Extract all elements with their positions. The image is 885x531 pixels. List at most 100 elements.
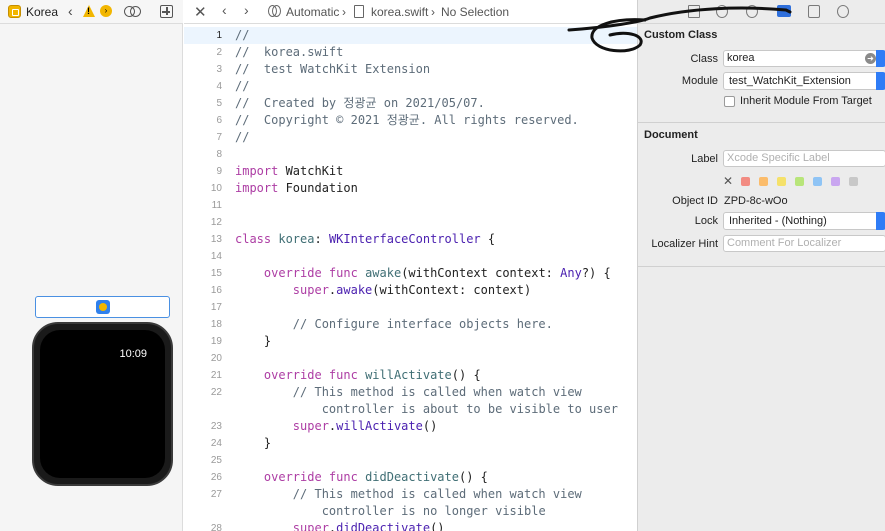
add-editor-icon[interactable] bbox=[160, 5, 173, 18]
quick-help-icon[interactable] bbox=[746, 5, 758, 18]
code-token: () bbox=[430, 521, 445, 531]
line-number: 17 bbox=[210, 302, 222, 313]
line-number: 23 bbox=[210, 421, 222, 432]
code-line[interactable]: 25 bbox=[184, 452, 637, 469]
interface-controller-icon[interactable] bbox=[96, 300, 110, 314]
watch-scene[interactable]: 10:09 bbox=[32, 322, 173, 486]
clear-color-icon[interactable]: ✕ bbox=[723, 174, 733, 188]
code-line[interactable]: 10 import Foundation bbox=[184, 180, 637, 197]
code-token: controller is no longer visible bbox=[321, 504, 546, 518]
class-field[interactable]: korea ➜ bbox=[723, 50, 881, 67]
warning-icon[interactable] bbox=[83, 5, 95, 17]
code-line[interactable]: 24 } bbox=[184, 435, 637, 452]
line-number: 27 bbox=[210, 489, 222, 500]
code-line[interactable]: 12 bbox=[184, 214, 637, 231]
code-text: // test WatchKit Extension bbox=[235, 61, 430, 78]
class-dropdown-button[interactable] bbox=[876, 50, 885, 67]
related-items-icon[interactable] bbox=[124, 6, 141, 18]
code-token: // korea.swift bbox=[235, 45, 344, 59]
code-line[interactable]: 22 // This method is called when watch v… bbox=[184, 384, 637, 401]
jump-bar: ✕ ‹ › Automatic › korea.swift › No Selec… bbox=[184, 0, 637, 24]
code-line[interactable]: 6 // Copyright © 2021 정광균. All rights res… bbox=[184, 112, 637, 129]
code-line[interactable]: 28 super.didDeactivate() bbox=[184, 520, 637, 531]
code-text: // This method is called when watch view bbox=[235, 486, 582, 503]
color-swatch[interactable] bbox=[831, 177, 840, 186]
code-token: // Copyright © 2021 정광균. All rights rese… bbox=[235, 113, 579, 127]
code-area[interactable]: 1 // 2 // korea.swift 3 // test WatchKit Exte… bbox=[184, 27, 637, 531]
line-number: 7 bbox=[216, 132, 222, 143]
code-line[interactable]: 7 // bbox=[184, 129, 637, 146]
code-line[interactable]: controller is no longer visible bbox=[184, 503, 637, 520]
color-swatch[interactable] bbox=[741, 177, 750, 186]
code-token: () { bbox=[458, 470, 488, 484]
code-token: } bbox=[235, 334, 272, 348]
scene-dock[interactable] bbox=[35, 296, 170, 318]
code-line[interactable]: 2 // korea.swift bbox=[184, 44, 637, 61]
code-line[interactable]: 3 // test WatchKit Extension bbox=[184, 61, 637, 78]
color-swatch[interactable] bbox=[795, 177, 804, 186]
code-token: WatchKit bbox=[278, 164, 344, 178]
code-line[interactable]: 27 // This method is called when watch v… bbox=[184, 486, 637, 503]
lock-dropdown-button[interactable] bbox=[876, 212, 885, 230]
localizer-hint-field[interactable]: Comment For Localizer bbox=[723, 235, 885, 252]
code-line[interactable]: 18 // Configure interface objects here. bbox=[184, 316, 637, 333]
code-line[interactable]: 13 class korea: WKInterfaceController { bbox=[184, 231, 637, 248]
code-line[interactable]: 14 bbox=[184, 248, 637, 265]
jumpbar-mode[interactable]: Automatic bbox=[286, 5, 339, 19]
connections-inspector-icon[interactable] bbox=[837, 5, 849, 18]
close-editor-icon[interactable]: ✕ bbox=[194, 3, 207, 21]
go-to-class-icon[interactable]: ➜ bbox=[865, 53, 876, 64]
code-line[interactable]: 9 import WatchKit bbox=[184, 163, 637, 180]
code-text: super.willActivate() bbox=[235, 418, 438, 435]
code-line[interactable]: 15 override func awake(withContext conte… bbox=[184, 265, 637, 282]
forward-nav-icon[interactable]: › bbox=[244, 2, 249, 18]
color-swatch[interactable] bbox=[759, 177, 768, 186]
attributes-inspector-icon[interactable] bbox=[808, 5, 820, 18]
line-number: 19 bbox=[210, 336, 222, 347]
line-number: 24 bbox=[210, 438, 222, 449]
color-swatch[interactable] bbox=[813, 177, 822, 186]
code-token: override func bbox=[263, 266, 358, 280]
code-text: // Configure interface objects here. bbox=[235, 316, 553, 333]
module-popup[interactable]: test_WatchKit_Extension bbox=[723, 72, 881, 90]
class-label: Class bbox=[690, 53, 718, 65]
color-swatch[interactable] bbox=[777, 177, 786, 186]
lock-popup[interactable]: Inherited - (Nothing) bbox=[723, 212, 881, 230]
module-label: Module bbox=[681, 75, 718, 87]
code-line[interactable]: 20 bbox=[184, 350, 637, 367]
code-line[interactable]: 8 bbox=[184, 146, 637, 163]
jumpbar-file[interactable]: korea.swift bbox=[371, 5, 428, 19]
module-value: test_WatchKit_Extension bbox=[729, 75, 851, 87]
code-line[interactable]: 1 // bbox=[184, 27, 637, 44]
code-token: { bbox=[480, 232, 496, 246]
back-arrow-icon[interactable]: ‹ bbox=[68, 3, 73, 19]
color-swatch[interactable] bbox=[849, 177, 858, 186]
file-inspector-icon[interactable] bbox=[688, 5, 700, 18]
code-line[interactable]: 26 override func didDeactivate() { bbox=[184, 469, 637, 486]
line-number: 3 bbox=[216, 64, 222, 75]
history-inspector-icon[interactable] bbox=[716, 5, 728, 18]
code-line[interactable]: controller is about to be visible to use… bbox=[184, 401, 637, 418]
code-line[interactable]: 17 bbox=[184, 299, 637, 316]
inherit-module-checkbox[interactable] bbox=[724, 96, 735, 107]
code-line[interactable]: 21 override func willActivate() { bbox=[184, 367, 637, 384]
object-id-value: ZPD-8c-wOo bbox=[724, 195, 788, 207]
line-number: 21 bbox=[210, 370, 222, 381]
code-line[interactable]: 16 super.awake(withContext: context) bbox=[184, 282, 637, 299]
forward-arrow-icon[interactable]: › bbox=[100, 5, 112, 17]
back-nav-icon[interactable]: ‹ bbox=[222, 2, 227, 18]
module-dropdown-button[interactable] bbox=[876, 72, 885, 90]
code-line[interactable]: 19 } bbox=[184, 333, 637, 350]
section-divider bbox=[638, 266, 885, 267]
code-line[interactable]: 5 // Created by 정광균 on 2021/05/07. bbox=[184, 95, 637, 112]
jumpbar-selection[interactable]: No Selection bbox=[441, 5, 509, 19]
code-line[interactable]: 11 bbox=[184, 197, 637, 214]
source-editor[interactable]: ✕ ‹ › Automatic › korea.swift › No Selec… bbox=[184, 0, 637, 531]
code-token: // test WatchKit Extension bbox=[235, 62, 431, 76]
code-token: awake bbox=[365, 266, 402, 280]
label-field[interactable]: Xcode Specific Label bbox=[723, 150, 885, 167]
identity-inspector-icon[interactable] bbox=[777, 5, 791, 17]
storyboard-canvas[interactable]: Korea ‹ › 10:09 bbox=[0, 0, 183, 531]
code-line[interactable]: 23 super.willActivate() bbox=[184, 418, 637, 435]
code-line[interactable]: 4 // bbox=[184, 78, 637, 95]
